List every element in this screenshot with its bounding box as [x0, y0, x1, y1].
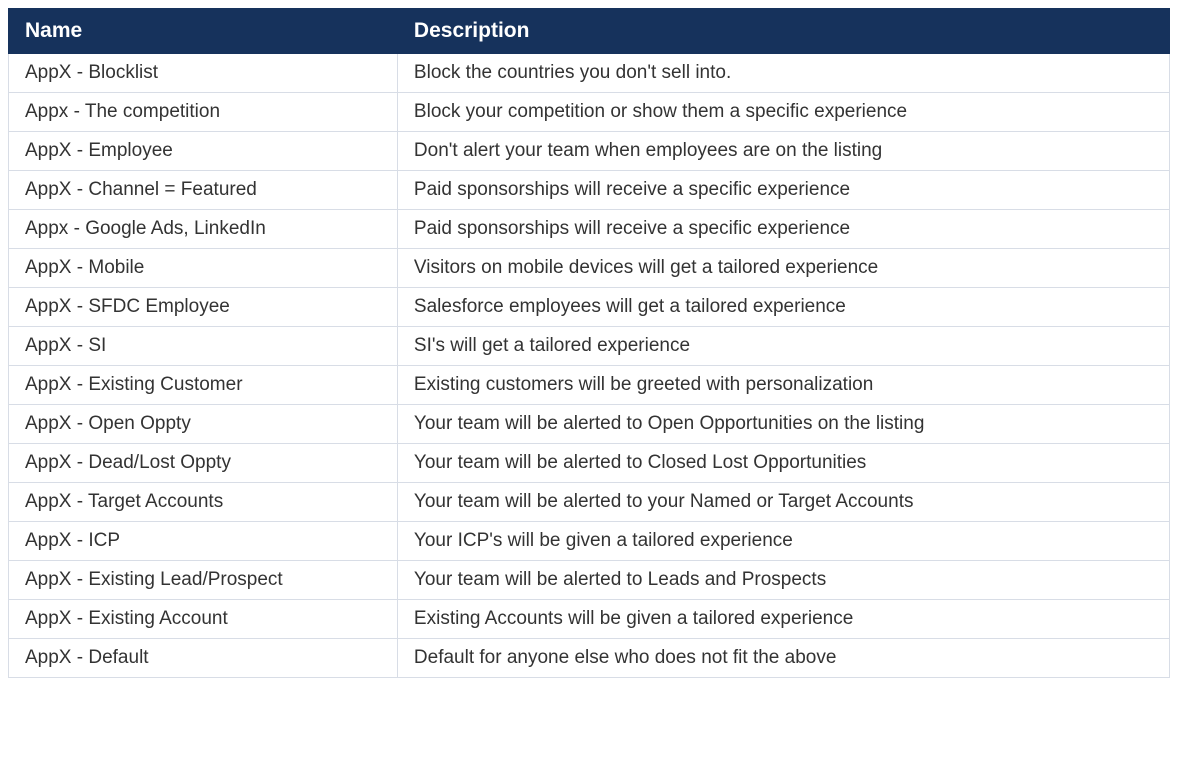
cell-description: Visitors on mobile devices will get a ta…	[397, 249, 1169, 288]
cell-description: Block the countries you don't sell into.	[397, 54, 1169, 93]
cell-description: Your team will be alerted to your Named …	[397, 483, 1169, 522]
table-row: Appx - Google Ads, LinkedIn Paid sponsor…	[9, 210, 1170, 249]
cell-description: Block your competition or show them a sp…	[397, 93, 1169, 132]
cell-description: Your team will be alerted to Open Opport…	[397, 405, 1169, 444]
cell-description: Existing customers will be greeted with …	[397, 366, 1169, 405]
cell-name: AppX - Channel = Featured	[9, 171, 398, 210]
cell-name: AppX - SI	[9, 327, 398, 366]
table-row: AppX - Dead/Lost Oppty Your team will be…	[9, 444, 1170, 483]
cell-name: Appx - The competition	[9, 93, 398, 132]
table-row: AppX - Existing Lead/Prospect Your team …	[9, 561, 1170, 600]
cell-description: Don't alert your team when employees are…	[397, 132, 1169, 171]
table-header-row: Name Description	[9, 9, 1170, 54]
table-row: AppX - Target Accounts Your team will be…	[9, 483, 1170, 522]
table-row: AppX - Default Default for anyone else w…	[9, 639, 1170, 678]
table-row: AppX - Employee Don't alert your team wh…	[9, 132, 1170, 171]
cell-name: AppX - Existing Lead/Prospect	[9, 561, 398, 600]
table-row: AppX - Open Oppty Your team will be aler…	[9, 405, 1170, 444]
cell-name: AppX - Existing Account	[9, 600, 398, 639]
cell-description: Existing Accounts will be given a tailor…	[397, 600, 1169, 639]
header-name: Name	[9, 9, 398, 54]
cell-name: AppX - SFDC Employee	[9, 288, 398, 327]
cell-name: AppX - ICP	[9, 522, 398, 561]
cell-description: Paid sponsorships will receive a specifi…	[397, 171, 1169, 210]
table-row: AppX - Mobile Visitors on mobile devices…	[9, 249, 1170, 288]
cell-name: Appx - Google Ads, LinkedIn	[9, 210, 398, 249]
table-row: AppX - Channel = Featured Paid sponsorsh…	[9, 171, 1170, 210]
table-row: AppX - Existing Account Existing Account…	[9, 600, 1170, 639]
header-description: Description	[397, 9, 1169, 54]
cell-name: AppX - Existing Customer	[9, 366, 398, 405]
cell-name: AppX - Employee	[9, 132, 398, 171]
cell-description: Paid sponsorships will receive a specifi…	[397, 210, 1169, 249]
table-row: AppX - SFDC Employee Salesforce employee…	[9, 288, 1170, 327]
table-row: Appx - The competition Block your compet…	[9, 93, 1170, 132]
table-row: AppX - SI SI's will get a tailored exper…	[9, 327, 1170, 366]
cell-name: AppX - Blocklist	[9, 54, 398, 93]
table-row: AppX - Blocklist Block the countries you…	[9, 54, 1170, 93]
cell-name: AppX - Open Oppty	[9, 405, 398, 444]
cell-description: Your team will be alerted to Closed Lost…	[397, 444, 1169, 483]
cell-description: Salesforce employees will get a tailored…	[397, 288, 1169, 327]
cell-description: SI's will get a tailored experience	[397, 327, 1169, 366]
segments-table: Name Description AppX - Blocklist Block …	[8, 8, 1170, 678]
cell-name: AppX - Target Accounts	[9, 483, 398, 522]
cell-name: AppX - Mobile	[9, 249, 398, 288]
cell-description: Your team will be alerted to Leads and P…	[397, 561, 1169, 600]
cell-name: AppX - Default	[9, 639, 398, 678]
table-row: AppX - ICP Your ICP's will be given a ta…	[9, 522, 1170, 561]
cell-name: AppX - Dead/Lost Oppty	[9, 444, 398, 483]
cell-description: Default for anyone else who does not fit…	[397, 639, 1169, 678]
cell-description: Your ICP's will be given a tailored expe…	[397, 522, 1169, 561]
table-row: AppX - Existing Customer Existing custom…	[9, 366, 1170, 405]
